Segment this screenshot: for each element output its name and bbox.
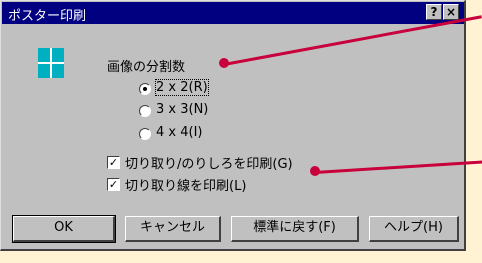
print-margins-checkbox[interactable]: ✓ bbox=[107, 156, 120, 169]
print-cutlines-label[interactable]: 切り取り線を印刷(L) bbox=[125, 175, 246, 194]
radio-3x3-button[interactable] bbox=[139, 105, 151, 117]
restore-default-button[interactable]: 標準に戻す(F) bbox=[231, 216, 359, 242]
close-icon[interactable]: × bbox=[443, 4, 459, 20]
radio-3x3-label[interactable]: 3 x 3(N) bbox=[156, 102, 208, 117]
window-title: ポスター印刷 bbox=[8, 9, 87, 24]
radio-2x2-button[interactable] bbox=[139, 83, 151, 95]
radio-2x2-label[interactable]: 2 x 2(R) bbox=[155, 79, 209, 96]
poster-print-dialog: ポスター印刷 ? × 画像の分割数 2 x 2(R) 3 x 3(N) 4 x … bbox=[0, 0, 466, 251]
ok-button[interactable]: OK bbox=[12, 215, 116, 243]
callout-dot-print bbox=[310, 166, 320, 176]
poster-grid-icon bbox=[38, 48, 64, 78]
help-button[interactable]: ヘルプ(H) bbox=[369, 216, 459, 242]
print-cutlines-checkbox[interactable]: ✓ bbox=[107, 178, 120, 191]
help-title-button[interactable]: ? bbox=[426, 4, 442, 20]
print-margins-label[interactable]: 切り取り/のりしろを印刷(G) bbox=[125, 153, 293, 172]
radio-4x4-label[interactable]: 4 x 4(I) bbox=[156, 125, 202, 140]
radio-4x4-button[interactable] bbox=[139, 128, 151, 140]
callout-dot-split bbox=[219, 58, 229, 68]
title-bar[interactable]: ポスター印刷 ? × bbox=[2, 2, 464, 24]
cancel-button[interactable]: キャンセル bbox=[125, 216, 221, 242]
split-count-label: 画像の分割数 bbox=[107, 60, 186, 75]
